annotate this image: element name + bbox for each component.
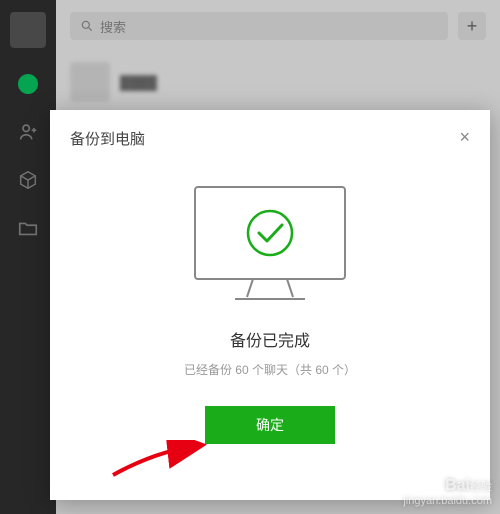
done-subtitle: 已经备份 60 个聊天（共 60 个） (184, 361, 356, 378)
confirm-button[interactable]: 确定 (205, 406, 335, 444)
backup-modal: 备份到电脑 × 备份已完成 已经备份 60 个聊天（共 60 个） 确定 (50, 110, 490, 500)
monitor-icon (185, 179, 355, 309)
modal-header: 备份到电脑 × (50, 110, 490, 149)
close-icon[interactable]: × (459, 128, 470, 146)
modal-title: 备份到电脑 (70, 128, 145, 149)
done-title: 备份已完成 (230, 327, 310, 351)
modal-body: 备份已完成 已经备份 60 个聊天（共 60 个） 确定 (50, 149, 490, 500)
watermark: Bai经验 jingyan.baidu.com (403, 476, 492, 508)
confirm-label: 确定 (256, 415, 284, 435)
